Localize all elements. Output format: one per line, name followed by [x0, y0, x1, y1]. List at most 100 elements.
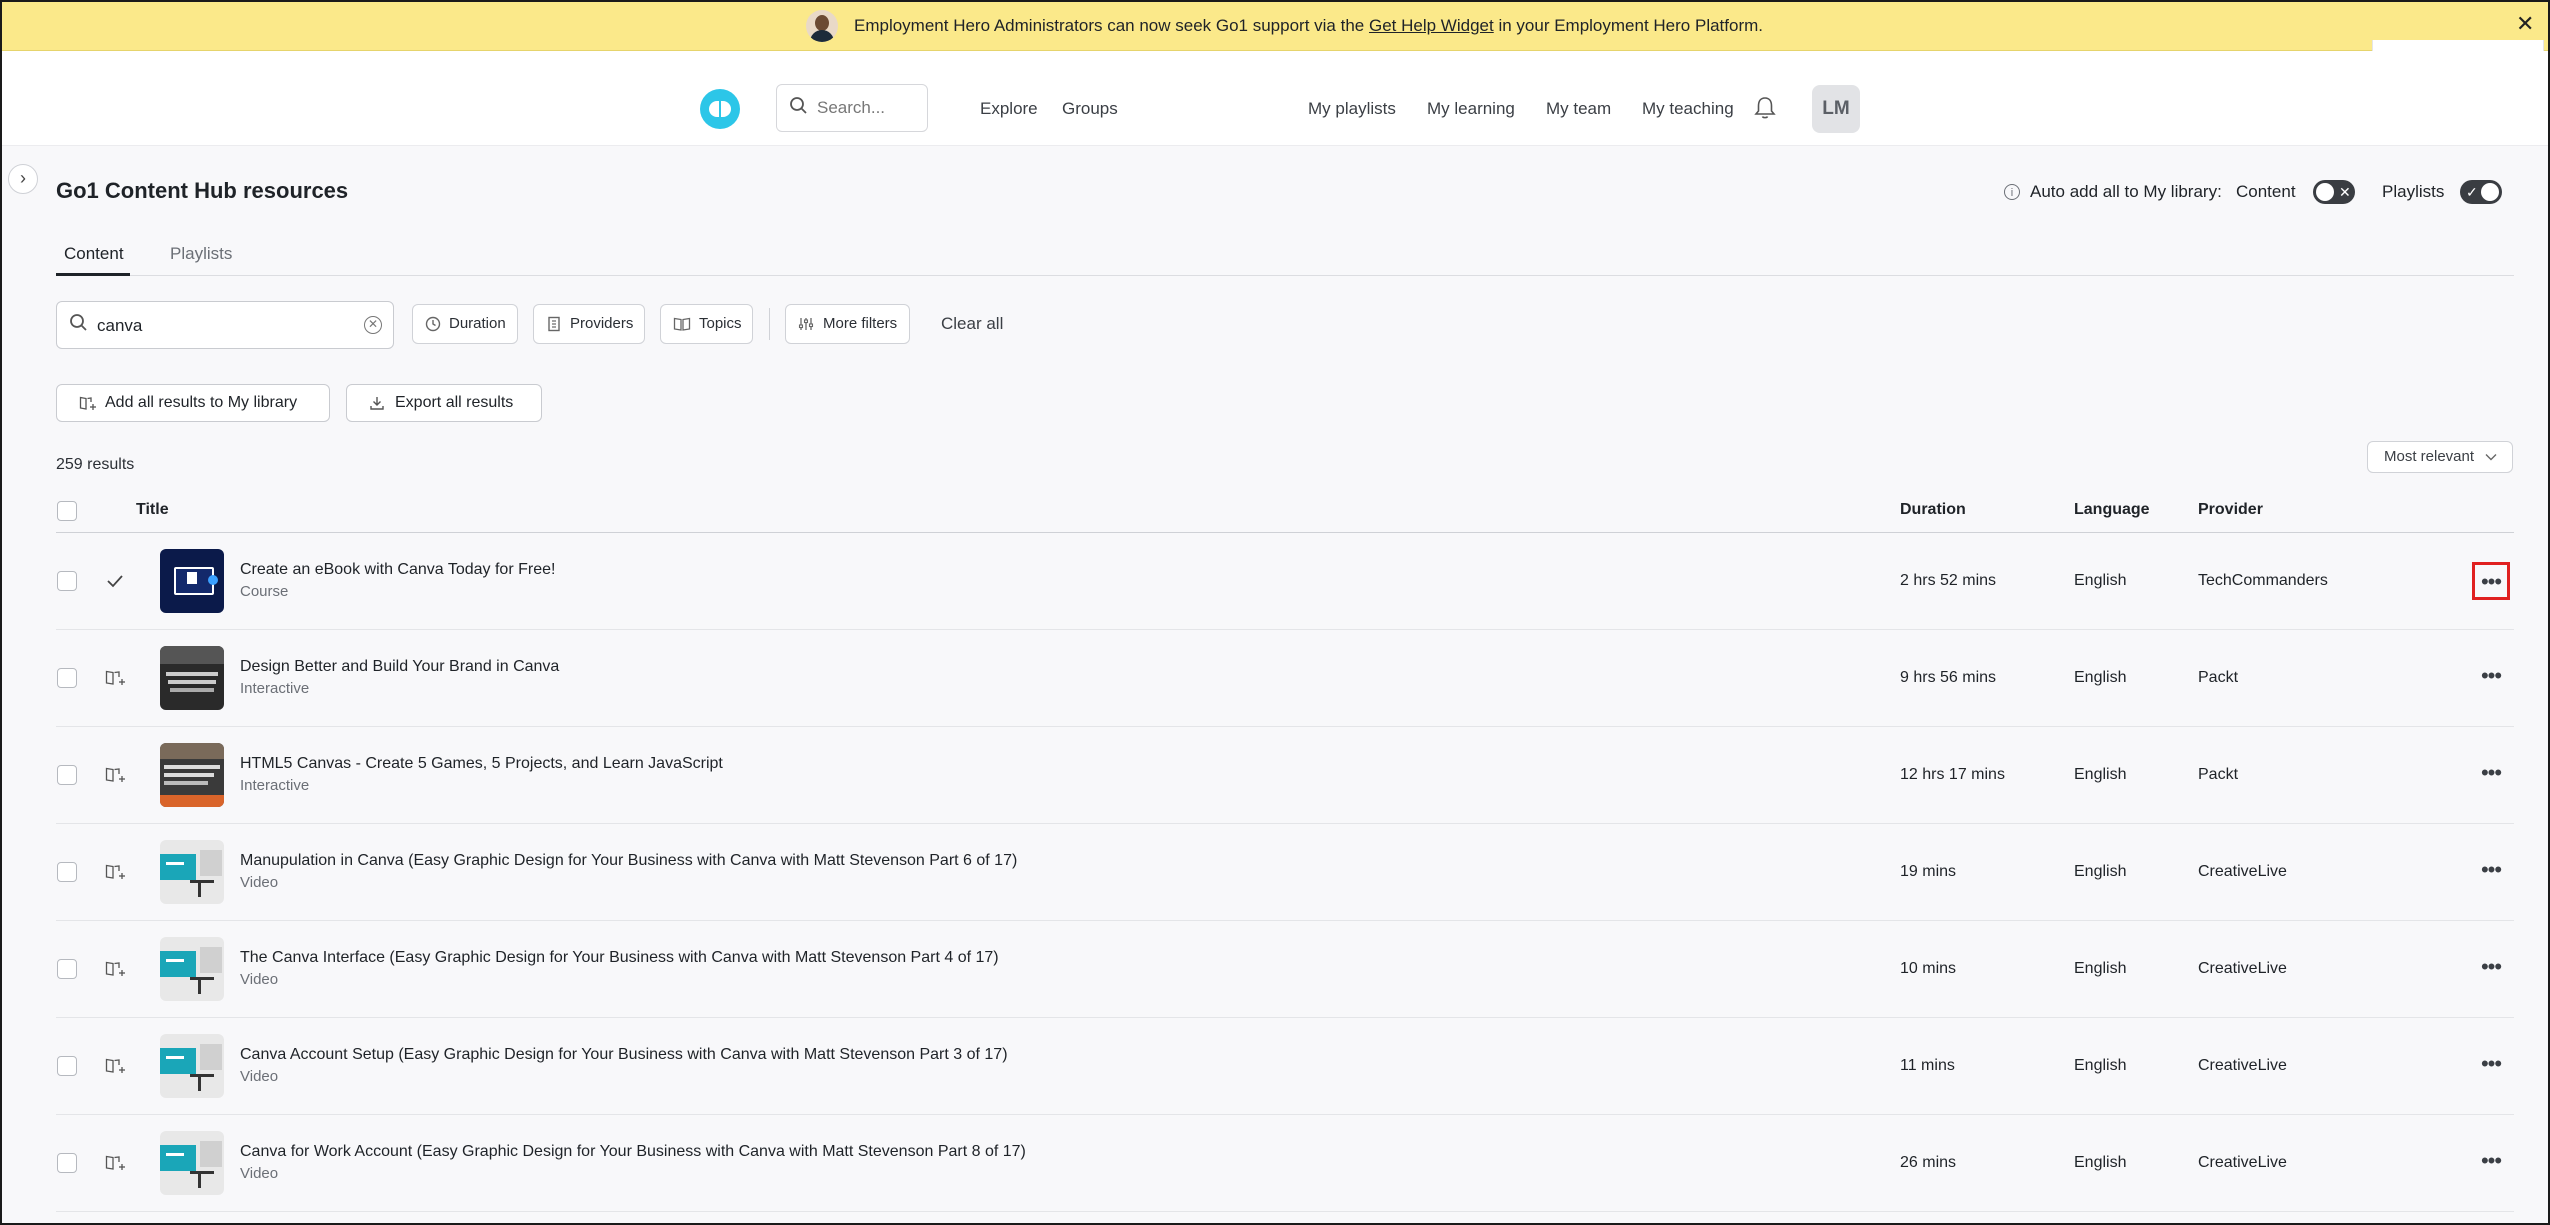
duration-filter-button[interactable]: Duration: [412, 304, 518, 344]
row-more-options-icon[interactable]: •••: [2472, 756, 2510, 794]
column-header-title[interactable]: Title: [136, 501, 169, 519]
row-more-options-icon[interactable]: •••: [2472, 1047, 2510, 1085]
info-icon[interactable]: i: [2004, 184, 2020, 200]
add-to-library-icon[interactable]: [105, 1057, 127, 1075]
content-thumbnail[interactable]: [160, 840, 224, 904]
results-count: 259 results: [56, 456, 135, 473]
column-header-provider[interactable]: Provider: [2198, 501, 2263, 519]
providers-filter-button[interactable]: Providers: [533, 304, 645, 344]
nav-my-learning[interactable]: My learning: [1427, 99, 1515, 119]
row-more-options-icon[interactable]: •••: [2472, 950, 2510, 988]
content-auto-add-toggle[interactable]: ✕: [2313, 180, 2355, 204]
table-row[interactable]: Canva for Work Account (Easy Graphic Des…: [0, 1115, 2550, 1212]
select-all-checkbox[interactable]: [57, 501, 77, 521]
row-checkbox[interactable]: [57, 668, 77, 688]
row-more-options-icon[interactable]: •••: [2472, 1144, 2510, 1182]
building-icon: [548, 316, 560, 332]
row-checkbox[interactable]: [57, 862, 77, 882]
topics-filter-button[interactable]: Topics: [660, 304, 753, 344]
row-more-options-icon[interactable]: •••: [2472, 853, 2510, 891]
content-title[interactable]: Canva for Work Account (Easy Graphic Des…: [240, 1143, 1026, 1161]
column-header-duration[interactable]: Duration: [1900, 501, 1966, 519]
row-checkbox[interactable]: [57, 1056, 77, 1076]
content-search-field[interactable]: canva ✕: [56, 301, 394, 349]
support-avatar: [806, 10, 838, 42]
row-checkbox[interactable]: [57, 765, 77, 785]
nav-my-playlists[interactable]: My playlists: [1308, 99, 1396, 119]
sliders-icon: [798, 318, 814, 330]
add-to-library-icon[interactable]: [105, 863, 127, 881]
tab-content[interactable]: Content: [64, 244, 124, 264]
content-title[interactable]: Design Better and Build Your Brand in Ca…: [240, 658, 559, 676]
content-language: English: [2074, 960, 2127, 977]
banner-close-icon[interactable]: ✕: [2516, 12, 2534, 36]
content-type: Video: [240, 874, 279, 891]
nav-my-teaching[interactable]: My teaching: [1642, 99, 1734, 119]
add-to-library-icon[interactable]: [105, 1154, 127, 1172]
table-row[interactable]: Create an eBook with Canva Today for Fre…: [0, 533, 2550, 630]
go1-logo[interactable]: [700, 89, 740, 129]
sort-dropdown[interactable]: Most relevant: [2367, 441, 2513, 473]
user-avatar[interactable]: LM: [1812, 85, 1860, 133]
content-type: Video: [240, 1165, 279, 1182]
content-duration: 2 hrs 52 mins: [1900, 572, 1997, 589]
row-more-options-icon[interactable]: •••: [2472, 659, 2510, 697]
table-row[interactable]: Manupulation in Canva (Easy Graphic Desi…: [0, 824, 2550, 921]
content-type: Interactive: [240, 680, 310, 697]
content-provider: CreativeLive: [2198, 1057, 2287, 1074]
global-search-input[interactable]: [815, 97, 919, 119]
nav-my-team[interactable]: My team: [1546, 99, 1611, 119]
table-row[interactable]: Design Better and Build Your Brand in Ca…: [0, 630, 2550, 727]
content-title[interactable]: The Canva Interface (Easy Graphic Design…: [240, 949, 999, 967]
table-row[interactable]: HTML5 Canvas - Create 5 Games, 5 Project…: [0, 727, 2550, 824]
content-language: English: [2074, 669, 2127, 686]
added-check-icon[interactable]: [105, 571, 125, 591]
search-icon: [790, 97, 807, 114]
search-icon: [70, 314, 87, 331]
add-all-to-library-button[interactable]: Add all results to My library: [56, 384, 330, 422]
row-divider: [56, 1211, 2514, 1212]
add-to-library-icon[interactable]: [105, 766, 127, 784]
content-thumbnail[interactable]: [160, 1131, 224, 1195]
content-provider: CreativeLive: [2198, 1154, 2287, 1171]
content-title[interactable]: Manupulation in Canva (Easy Graphic Desi…: [240, 852, 1017, 870]
banner-text-prefix: Employment Hero Administrators can now s…: [854, 16, 1365, 35]
table-row[interactable]: Canva Account Setup (Easy Graphic Design…: [0, 1018, 2550, 1115]
row-checkbox[interactable]: [57, 1153, 77, 1173]
content-language: English: [2074, 572, 2127, 589]
clock-icon: [425, 316, 441, 332]
content-thumbnail[interactable]: [160, 646, 224, 710]
toggle-off-icon: ✕: [2339, 184, 2351, 200]
more-filters-button[interactable]: More filters: [785, 304, 910, 344]
content-search-value[interactable]: canva: [97, 316, 142, 336]
content-duration: 19 mins: [1900, 863, 1957, 880]
content-provider: CreativeLive: [2198, 863, 2287, 880]
row-more-options-icon[interactable]: •••: [2472, 562, 2510, 600]
content-language: English: [2074, 1154, 2127, 1171]
row-checkbox[interactable]: [57, 571, 77, 591]
export-all-results-button[interactable]: Export all results: [346, 384, 542, 422]
content-title[interactable]: Canva Account Setup (Easy Graphic Design…: [240, 1046, 1008, 1064]
content-title[interactable]: Create an eBook with Canva Today for Fre…: [240, 561, 555, 579]
nav-groups[interactable]: Groups: [1062, 99, 1118, 119]
playlists-auto-add-toggle[interactable]: ✓: [2460, 180, 2502, 204]
get-help-widget-link[interactable]: Get Help Widget: [1369, 16, 1494, 35]
content-thumbnail[interactable]: [160, 549, 224, 613]
clear-search-icon[interactable]: ✕: [364, 316, 382, 334]
content-thumbnail[interactable]: [160, 743, 224, 807]
tab-playlists[interactable]: Playlists: [170, 244, 232, 264]
sidebar-expand-icon[interactable]: ›: [8, 164, 38, 194]
add-to-library-icon[interactable]: [105, 960, 127, 978]
notification-bell-icon[interactable]: [1754, 96, 1776, 120]
column-header-language[interactable]: Language: [2074, 501, 2150, 519]
content-thumbnail[interactable]: [160, 937, 224, 1001]
table-row[interactable]: The Canva Interface (Easy Graphic Design…: [0, 921, 2550, 1018]
global-search[interactable]: [776, 84, 928, 132]
content-title[interactable]: HTML5 Canvas - Create 5 Games, 5 Project…: [240, 755, 723, 773]
add-to-library-icon[interactable]: [105, 669, 127, 687]
clear-all-filters-link[interactable]: Clear all: [941, 314, 1003, 334]
export-all-label: Export all results: [395, 394, 514, 411]
row-checkbox[interactable]: [57, 959, 77, 979]
content-thumbnail[interactable]: [160, 1034, 224, 1098]
nav-explore[interactable]: Explore: [980, 99, 1038, 119]
